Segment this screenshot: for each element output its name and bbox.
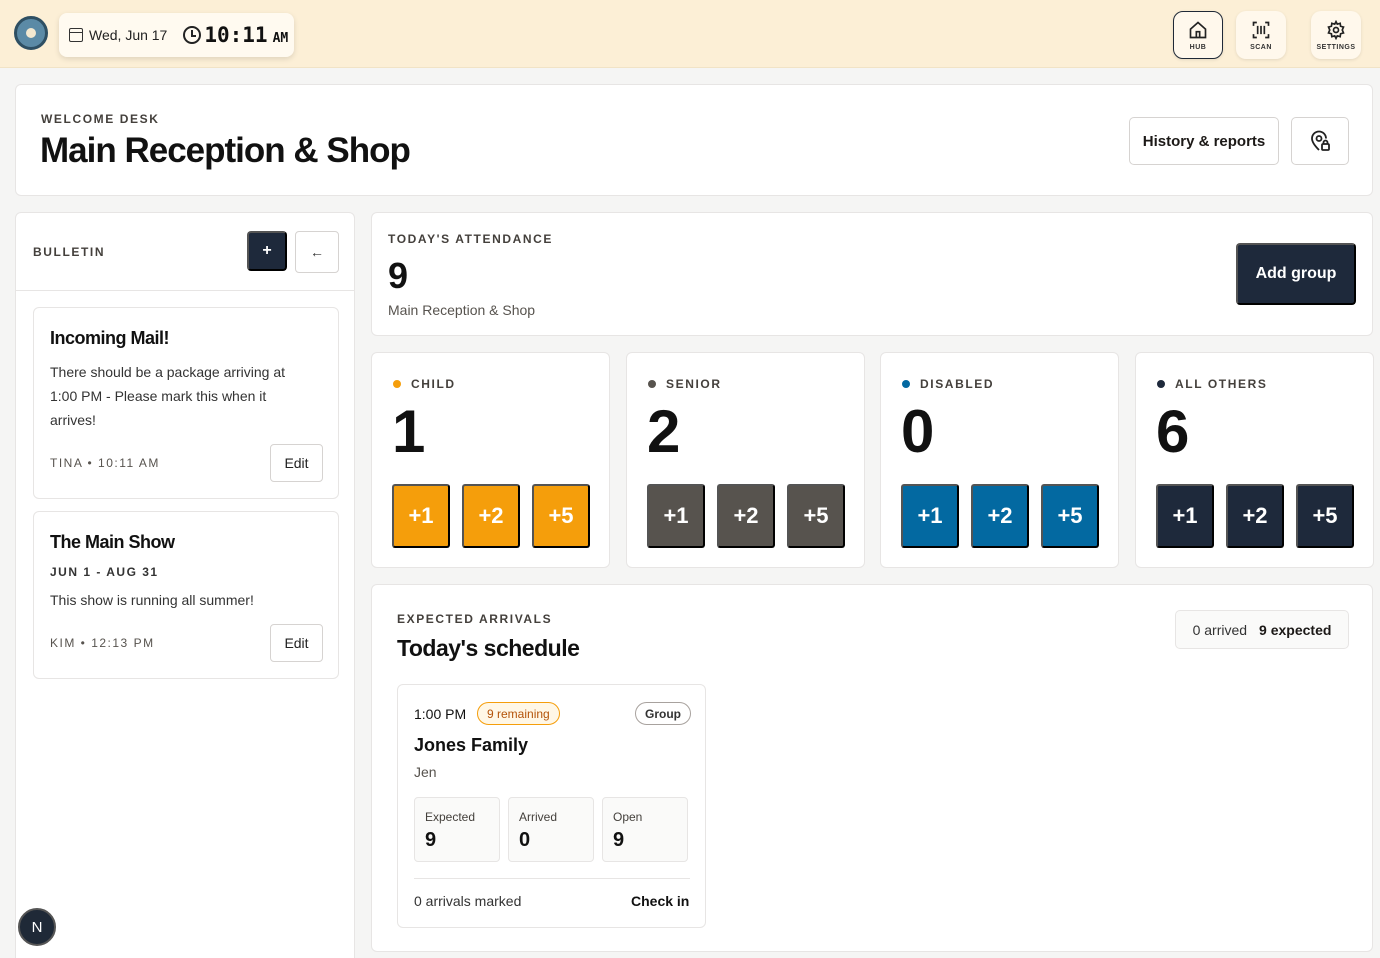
app-logo[interactable] (14, 16, 48, 50)
status-dot (393, 380, 401, 388)
add-bulletin-button[interactable]: + (247, 231, 287, 271)
note-title: Incoming Mail! (50, 328, 170, 348)
page-title: Main Reception & Shop (40, 131, 411, 170)
nav-settings-button[interactable]: SETTINGS (1311, 11, 1361, 59)
attendance-location: Main Reception & Shop (388, 302, 536, 318)
event-name: Jones Family (414, 735, 529, 755)
page-eyebrow: WELCOME DESK (41, 112, 160, 126)
top-bar: Wed, Jun 17 10:11 AM HUB SCAN SETTINGS (0, 0, 1380, 68)
note-meta: KIM • 12:13 PM (50, 636, 155, 650)
increment-button[interactable]: +2 (971, 484, 1029, 548)
arrived-count: 0 arrived (1192, 621, 1248, 638)
bulletin-note: The Main Show JUN 1 - AUG 31 This show i… (33, 511, 339, 679)
increment-button[interactable]: +1 (647, 484, 705, 548)
home-icon (1189, 20, 1207, 38)
category-count: 0 (901, 398, 935, 465)
increment-button[interactable]: +5 (1041, 484, 1099, 548)
arrivals-marked: 0 arrivals marked (414, 893, 522, 909)
nav-scan-button[interactable]: SCAN (1236, 11, 1286, 59)
category-label: ALL OTHERS (1175, 377, 1268, 391)
schedule-eyebrow: EXPECTED ARRIVALS (397, 612, 553, 626)
category-label: CHILD (411, 377, 456, 391)
event-time: 1:00 PM (414, 706, 467, 722)
bulletin-title: BULLETIN (33, 245, 106, 259)
note-body: This show is running all summer! (50, 592, 254, 608)
scan-icon (1252, 21, 1270, 38)
check-in-button[interactable]: Check in (631, 893, 689, 909)
schedule-title: Today's schedule (397, 635, 580, 661)
increment-button[interactable]: +2 (462, 484, 520, 548)
category-card-all-others: ALL OTHERS 6 +1 +2 +5 (1135, 352, 1374, 568)
category-count: 6 (1156, 398, 1190, 465)
increment-button[interactable]: +1 (392, 484, 450, 548)
increment-button[interactable]: +5 (787, 484, 845, 548)
note-dates: JUN 1 - AUG 31 (50, 565, 159, 579)
category-label: DISABLED (920, 377, 995, 391)
category-count: 2 (647, 398, 681, 465)
arrival-summary: 0 arrived 9 expected (1175, 610, 1349, 649)
edit-note-button[interactable]: Edit (270, 624, 323, 662)
clock-icon (183, 26, 202, 44)
status-dot (648, 380, 656, 388)
calendar-icon (69, 28, 83, 42)
add-group-button[interactable]: Add group (1236, 243, 1356, 305)
current-time: 10:11 (204, 23, 268, 47)
date-time-display: Wed, Jun 17 10:11 AM (59, 13, 294, 57)
avatar[interactable]: N (18, 908, 56, 946)
schedule-card: EXPECTED ARRIVALS Today's schedule 0 arr… (371, 584, 1373, 952)
divider (16, 290, 354, 291)
stat-arrived: Arrived 0 (508, 797, 594, 862)
increment-button[interactable]: +5 (1296, 484, 1354, 548)
divider (414, 878, 690, 879)
category-card-senior: SENIOR 2 +1 +2 +5 (626, 352, 865, 568)
gear-icon (1327, 19, 1345, 40)
increment-button[interactable]: +2 (1226, 484, 1284, 548)
location-lock-icon (1311, 130, 1330, 151)
attendance-card: TODAY'S ATTENDANCE 9 Main Reception & Sh… (371, 212, 1373, 336)
nav-hub-button[interactable]: HUB (1173, 11, 1223, 59)
edit-note-button[interactable]: Edit (270, 444, 323, 482)
remaining-badge: 9 remaining (477, 702, 560, 725)
status-dot (902, 380, 910, 388)
bulletin-note: Incoming Mail! There should be a package… (33, 307, 339, 499)
expected-count: 9 expected (1259, 621, 1332, 638)
increment-button[interactable]: +1 (901, 484, 959, 548)
stat-open: Open 9 (602, 797, 688, 862)
category-label: SENIOR (666, 377, 722, 391)
bulletin-panel: BULLETIN + ← Incoming Mail! There should… (15, 212, 355, 958)
category-count: 1 (392, 398, 426, 465)
event-card: 1:00 PM 9 remaining Group Jones Family J… (397, 684, 706, 928)
increment-button[interactable]: +2 (717, 484, 775, 548)
stat-expected: Expected 9 (414, 797, 500, 862)
increment-button[interactable]: +5 (532, 484, 590, 548)
attendance-eyebrow: TODAY'S ATTENDANCE (388, 232, 554, 246)
note-title: The Main Show (50, 532, 175, 552)
category-card-child: CHILD 1 +1 +2 +5 (371, 352, 610, 568)
note-body: There should be a package arriving at 1:… (50, 364, 286, 428)
attendance-count: 9 (388, 255, 409, 296)
location-settings-button[interactable] (1291, 117, 1349, 165)
history-reports-button[interactable]: History & reports (1129, 117, 1279, 165)
page-header: WELCOME DESK Main Reception & Shop Histo… (15, 84, 1373, 196)
note-meta: TINA • 10:11 AM (50, 456, 160, 470)
current-date: Wed, Jun 17 (89, 27, 168, 43)
event-host: Jen (414, 764, 437, 780)
category-card-disabled: DISABLED 0 +1 +2 +5 (880, 352, 1119, 568)
time-ampm: AM (272, 30, 289, 46)
increment-button[interactable]: +1 (1156, 484, 1214, 548)
event-type-badge: Group (635, 702, 691, 725)
status-dot (1157, 380, 1165, 388)
collapse-bulletin-button[interactable]: ← (295, 231, 339, 273)
